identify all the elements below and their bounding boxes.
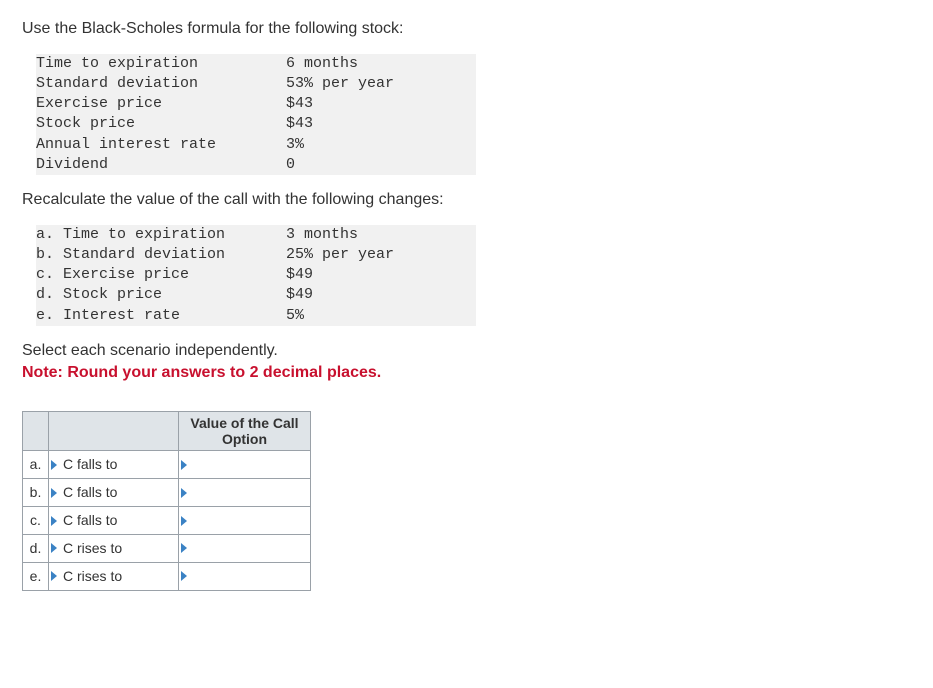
- dropdown-caret-icon: [181, 488, 187, 498]
- table-row: d. C rises to: [23, 534, 311, 562]
- param-label: Annual interest rate: [36, 135, 286, 155]
- table-row: a. C falls to: [23, 451, 311, 479]
- param-value: 0: [286, 155, 476, 175]
- answer-table: Value of the Call Option a. C falls to b…: [22, 411, 311, 591]
- row-desc: C falls to: [63, 512, 117, 528]
- recalc-text: Recalculate the value of the call with t…: [22, 189, 911, 211]
- row-desc-cell[interactable]: C falls to: [49, 507, 179, 535]
- dropdown-caret-icon: [51, 571, 57, 581]
- param-label: b. Standard deviation: [36, 245, 286, 265]
- param-label: Stock price: [36, 114, 286, 134]
- row-value-cell[interactable]: [179, 451, 311, 479]
- row-desc: C falls to: [63, 456, 117, 472]
- table-row: b. C falls to: [23, 479, 311, 507]
- param-value: 3 months: [286, 225, 476, 245]
- row-value-cell[interactable]: [179, 534, 311, 562]
- row-desc-cell[interactable]: C falls to: [49, 479, 179, 507]
- instruction-note: Note: Round your answers to 2 decimal pl…: [22, 362, 911, 384]
- param-value: 6 months: [286, 54, 476, 74]
- param-value: $49: [286, 265, 476, 285]
- param-value: 25% per year: [286, 245, 476, 265]
- param-label: d. Stock price: [36, 285, 286, 305]
- param-value: $43: [286, 94, 476, 114]
- row-value-cell[interactable]: [179, 507, 311, 535]
- base-params-table: Time to expiration6 months Standard devi…: [36, 54, 476, 176]
- row-desc: C rises to: [63, 540, 122, 556]
- row-value-cell[interactable]: [179, 562, 311, 590]
- row-desc: C rises to: [63, 568, 122, 584]
- dropdown-caret-icon: [181, 543, 187, 553]
- param-value: 5%: [286, 306, 476, 326]
- param-value: 53% per year: [286, 74, 476, 94]
- dropdown-caret-icon: [51, 543, 57, 553]
- blank-header: [49, 412, 179, 451]
- row-desc-cell[interactable]: C falls to: [49, 451, 179, 479]
- param-label: c. Exercise price: [36, 265, 286, 285]
- row-letter: b.: [23, 479, 49, 507]
- row-desc: C falls to: [63, 484, 117, 500]
- param-label: e. Interest rate: [36, 306, 286, 326]
- row-letter: c.: [23, 507, 49, 535]
- table-row: e. C rises to: [23, 562, 311, 590]
- dropdown-caret-icon: [181, 460, 187, 470]
- row-desc-cell[interactable]: C rises to: [49, 534, 179, 562]
- row-letter: d.: [23, 534, 49, 562]
- dropdown-caret-icon: [181, 571, 187, 581]
- param-value: 3%: [286, 135, 476, 155]
- dropdown-caret-icon: [181, 516, 187, 526]
- param-label: Exercise price: [36, 94, 286, 114]
- param-label: Dividend: [36, 155, 286, 175]
- dropdown-caret-icon: [51, 460, 57, 470]
- param-label: a. Time to expiration: [36, 225, 286, 245]
- param-label: Standard deviation: [36, 74, 286, 94]
- row-letter: a.: [23, 451, 49, 479]
- param-label: Time to expiration: [36, 54, 286, 74]
- value-header: Value of the Call Option: [179, 412, 311, 451]
- intro-text: Use the Black-Scholes formula for the fo…: [22, 18, 911, 40]
- param-value: $49: [286, 285, 476, 305]
- table-row: c. C falls to: [23, 507, 311, 535]
- param-value: $43: [286, 114, 476, 134]
- dropdown-caret-icon: [51, 516, 57, 526]
- row-desc-cell[interactable]: C rises to: [49, 562, 179, 590]
- row-value-cell[interactable]: [179, 479, 311, 507]
- change-params-table: a. Time to expiration3 months b. Standar…: [36, 225, 476, 326]
- blank-header: [23, 412, 49, 451]
- row-letter: e.: [23, 562, 49, 590]
- dropdown-caret-icon: [51, 488, 57, 498]
- instruction-line: Select each scenario independently.: [22, 340, 911, 362]
